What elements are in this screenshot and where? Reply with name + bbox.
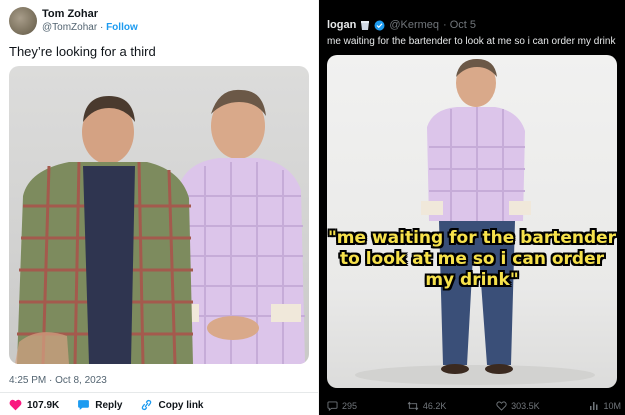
author-handle[interactable]: @TomZohar — [42, 22, 97, 33]
reply-icon — [327, 401, 338, 411]
right-tweet: logan @Kermeq · Oct 5 me waiting for the… — [319, 0, 625, 415]
like-button[interactable]: 107.9K — [9, 399, 59, 411]
like-button[interactable]: 303.5K — [496, 401, 540, 411]
tweet-text: me waiting for the bartender to look at … — [327, 36, 616, 47]
retweet-button[interactable]: 46.2K — [407, 401, 447, 411]
view-count: 10M — [603, 401, 621, 411]
left-tweet: Tom Zohar @TomZohar · Follow They’re loo… — [0, 0, 318, 415]
user-row: logan @Kermeq · Oct 5 — [327, 19, 476, 31]
follow-button[interactable]: Follow — [106, 22, 138, 33]
reply-button[interactable]: Reply — [77, 399, 122, 411]
heart-icon — [9, 399, 22, 411]
author-name[interactable]: Tom Zohar — [42, 8, 98, 20]
like-count: 303.5K — [511, 401, 540, 411]
tweet-date[interactable]: · Oct 5 — [443, 19, 476, 31]
tweet-text: They’re looking for a third — [9, 44, 156, 59]
image-caption: "me waiting for the bartender to look at… — [327, 228, 617, 290]
views-button[interactable]: 10M — [589, 401, 621, 411]
copy-link-label: Copy link — [158, 399, 204, 411]
copy-link-button[interactable]: Copy link — [140, 399, 204, 411]
author-handle[interactable]: @Kermeq — [389, 19, 439, 31]
action-bar: 107.9K Reply Copy link — [9, 399, 222, 411]
tweet-photo[interactable]: "me waiting for the bartender to look at… — [327, 55, 617, 388]
photo-illustration — [15, 89, 305, 364]
bar-chart-icon — [590, 402, 598, 410]
retweet-icon — [407, 401, 419, 411]
cup-emoji-icon — [361, 20, 370, 30]
timestamp[interactable]: 4:25 PM · Oct 8, 2023 — [9, 375, 107, 386]
like-count: 107.9K — [27, 399, 60, 411]
avatar[interactable] — [9, 7, 37, 35]
photo-illustration — [355, 59, 595, 385]
reply-label: Reply — [95, 399, 123, 411]
divider — [0, 392, 318, 393]
reply-icon — [78, 400, 90, 410]
tweet-photo[interactable] — [9, 66, 309, 364]
reply-button[interactable]: 295 — [327, 401, 357, 411]
handle-row: @TomZohar · Follow — [42, 22, 138, 33]
verified-badge-icon — [374, 20, 385, 30]
action-bar: 295 46.2K 303.5K 10M — [327, 401, 621, 411]
reply-count: 295 — [342, 401, 358, 411]
author-name[interactable]: logan — [327, 19, 356, 31]
separator: · — [99, 22, 104, 33]
heart-icon — [496, 401, 507, 411]
link-icon — [142, 399, 152, 411]
retweet-count: 46.2K — [422, 401, 447, 411]
